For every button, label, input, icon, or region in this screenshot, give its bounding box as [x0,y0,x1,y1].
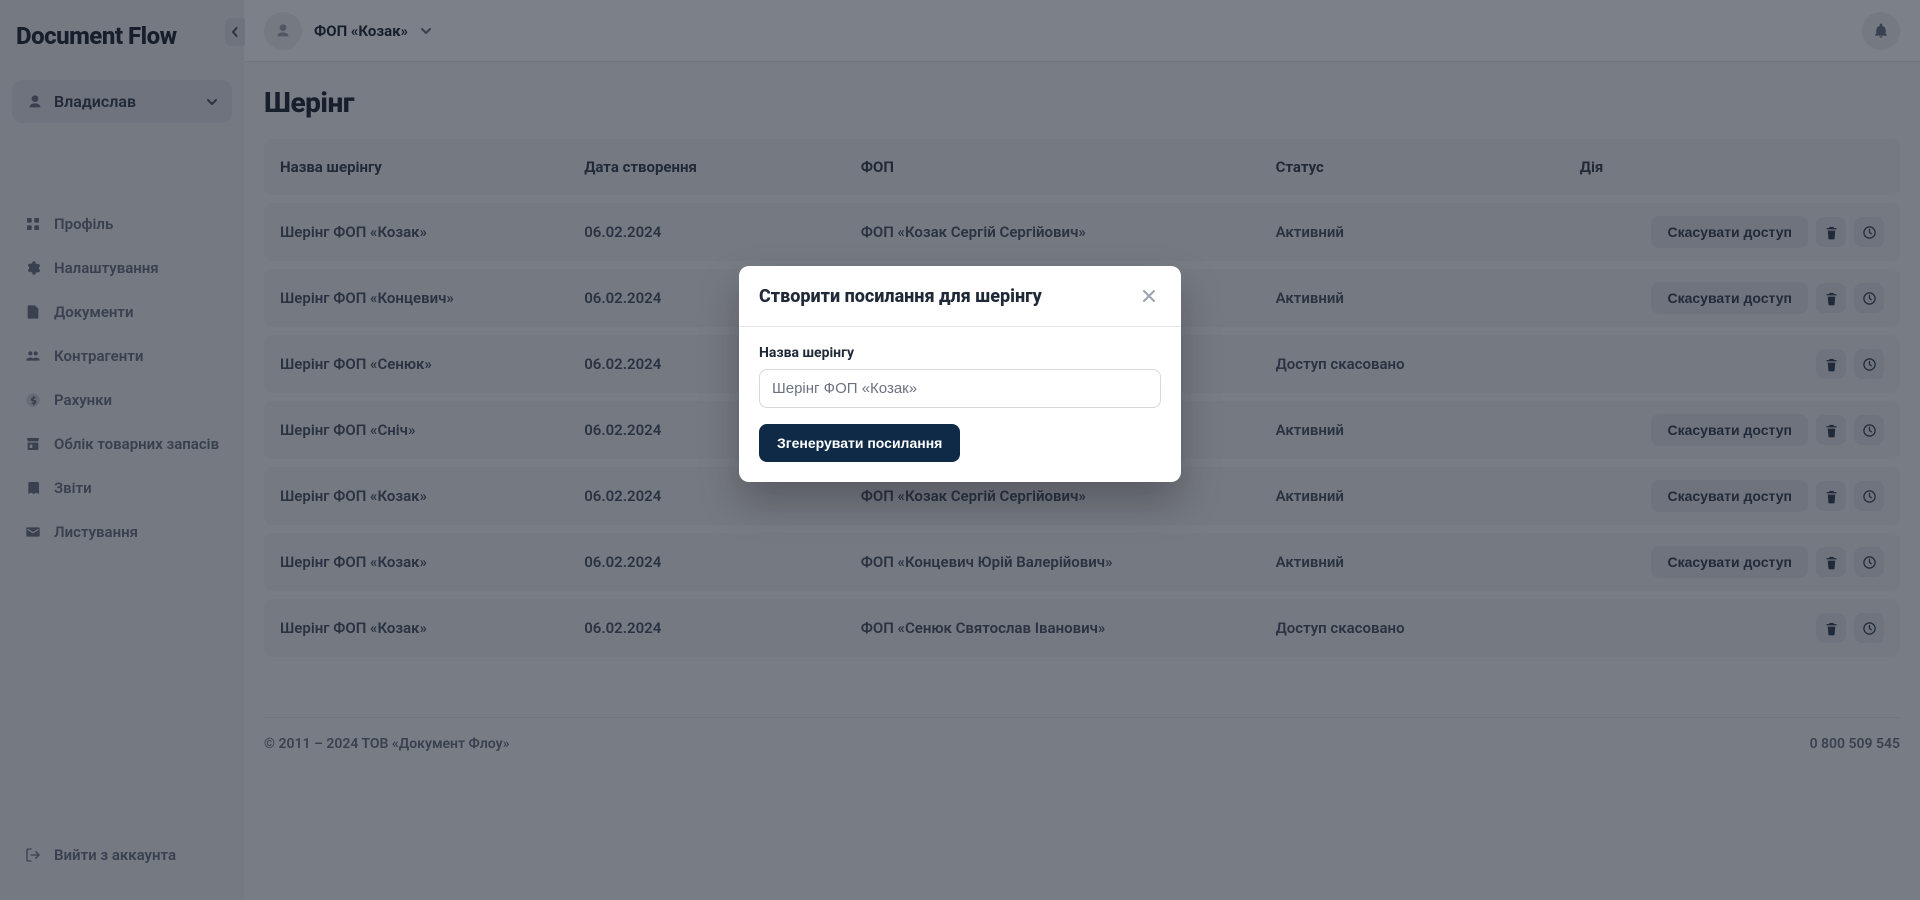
modal-title: Створити посилання для шерінгу [759,286,1042,307]
close-icon [1142,289,1156,303]
modal-overlay[interactable]: Створити посилання для шерінгу Назва шер… [0,0,1920,900]
create-sharing-link-modal: Створити посилання для шерінгу Назва шер… [739,266,1181,482]
sharing-name-label: Назва шерінгу [759,345,1161,361]
sharing-name-input[interactable] [759,369,1161,408]
modal-close-button[interactable] [1137,284,1161,308]
generate-link-button[interactable]: Згенерувати посилання [759,424,960,462]
